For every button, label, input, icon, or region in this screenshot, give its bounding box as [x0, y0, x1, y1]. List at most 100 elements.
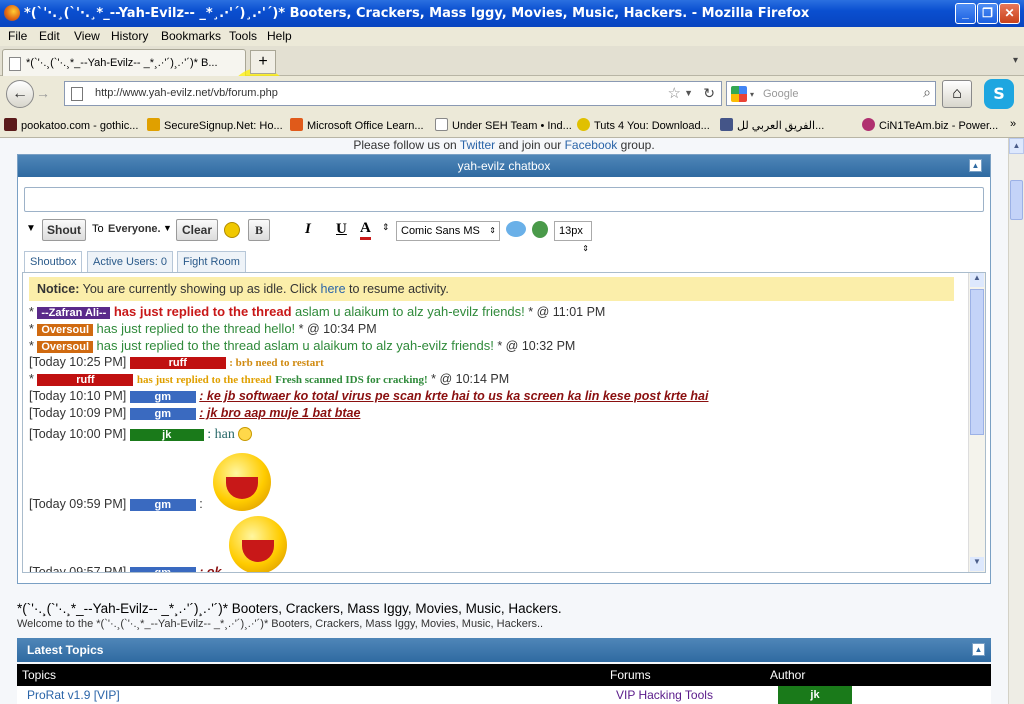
column-topics: Topics [22, 668, 57, 682]
tab-shoutbox[interactable]: Shoutbox [24, 251, 83, 273]
user-icon[interactable] [532, 221, 548, 238]
chat-message: * Oversoul has just replied to the threa… [29, 321, 377, 336]
username-badge[interactable]: Oversoul [37, 340, 94, 353]
back-button[interactable]: ← [6, 80, 34, 108]
speech-bubble-icon[interactable] [506, 221, 526, 237]
thread-link[interactable]: aslam u alaikum to alz yah-evilz friends… [264, 338, 494, 353]
username-badge[interactable]: gm [129, 407, 196, 420]
menu-tools[interactable]: Tools [229, 29, 257, 43]
bookmark-item[interactable]: Under SEH Team • Ind... [435, 118, 572, 132]
author-badge[interactable]: jk [778, 686, 852, 704]
clear-button[interactable]: Clear [176, 219, 218, 241]
thread-link[interactable]: aslam u alaikum to alz yah-evilz friends… [295, 304, 525, 319]
bookmark-item[interactable]: SecureSignup.Net: Ho... [147, 118, 283, 132]
menu-edit[interactable]: Edit [39, 29, 60, 43]
underline-button[interactable]: U [336, 221, 347, 238]
username-badge[interactable]: --Zafran Ali-- [37, 306, 111, 319]
bookmark-item[interactable]: Tuts 4 You: Download... [577, 118, 710, 132]
thread-link[interactable]: hello! [264, 321, 295, 336]
scroll-up-icon[interactable]: ▲ [1009, 138, 1024, 154]
menu-dropdown-icon[interactable]: ▼ [26, 223, 36, 234]
search-bar[interactable]: ▾ Google ⌕ [726, 81, 936, 106]
color-dropdown-icon[interactable]: ⇕ [382, 222, 390, 233]
maximize-button[interactable]: ❐ [977, 3, 998, 24]
scroll-thumb[interactable] [970, 289, 984, 435]
smiley-icon[interactable] [224, 222, 240, 238]
size-select[interactable]: 13px ⇕ [554, 221, 592, 253]
scroll-up-icon[interactable]: ▲ [970, 273, 984, 287]
page-scrollbar[interactable]: ▲ [1008, 138, 1024, 704]
tab-forum[interactable]: *(`'·.¸(`'·.¸*_--Yah-Evilz-- _*¸.·'´)¸.·… [2, 49, 246, 76]
close-button[interactable]: ✕ [999, 3, 1020, 24]
tab-active-users[interactable]: Active Users: 0 [87, 251, 173, 273]
thread-link[interactable]: Fresh scanned IDS for cracking! [275, 374, 427, 386]
forward-button[interactable]: → [36, 85, 50, 101]
search-engine-dropdown-icon[interactable]: ▾ [750, 90, 754, 99]
forum-link[interactable]: VIP Hacking Tools [616, 686, 713, 704]
column-author: Author [770, 668, 806, 682]
chatbox: yah-evilz chatbox ▲ ▼ Shout To Everyone.… [17, 154, 991, 584]
topics-table-header: Topics Forums Author [17, 664, 991, 686]
bold-button[interactable]: B [248, 219, 270, 241]
recipient-dropdown-icon[interactable]: ▼ [163, 223, 172, 233]
twitter-link[interactable]: Twitter [460, 138, 495, 152]
username-badge[interactable]: jk [129, 428, 204, 441]
welcome-text: Welcome to the *(`'·.¸(`'·.¸*_--Yah-Evil… [17, 618, 544, 630]
tab-list-icon[interactable]: ▾ [1013, 55, 1018, 66]
column-forums: Forums [610, 668, 651, 682]
bookmark-star-icon[interactable]: ☆ [668, 84, 681, 102]
font-select[interactable]: Comic Sans MS ⇕ [396, 221, 500, 241]
username-badge[interactable]: ruff [129, 356, 226, 369]
bookmarks-overflow-icon[interactable]: » [1010, 118, 1016, 130]
shield-icon [720, 118, 733, 131]
topic-link[interactable]: ProRat v1.9 [VIP] [27, 686, 120, 704]
google-icon[interactable] [731, 86, 747, 102]
reload-icon[interactable]: ↻ [703, 85, 715, 102]
username-badge[interactable]: gm [129, 566, 196, 572]
scroll-down-icon[interactable]: ▼ [970, 557, 984, 571]
color-button[interactable]: A [360, 220, 371, 240]
username-badge[interactable]: gm [129, 498, 196, 511]
menu-view[interactable]: View [74, 29, 100, 43]
collapse-icon[interactable]: ▲ [969, 159, 982, 172]
chat-scrollbar[interactable]: ▲ ▼ [968, 273, 985, 572]
follow-text: and join our [498, 138, 562, 152]
bookmark-item[interactable]: Microsoft Office Learn... [290, 118, 424, 132]
scroll-thumb[interactable] [1010, 180, 1023, 220]
idle-notice: Notice: You are currently showing up as … [29, 277, 954, 301]
menu-file[interactable]: File [8, 29, 27, 43]
menu-history[interactable]: History [111, 29, 148, 43]
laughing-smiley-icon [229, 516, 287, 572]
url-text[interactable]: http://www.yah-evilz.net/vb/forum.php [95, 87, 278, 99]
shout-input[interactable] [24, 187, 984, 212]
smiley-icon [238, 427, 253, 441]
font-select-value: Comic Sans MS [401, 225, 480, 237]
bookmark-item[interactable]: CiN1TeAm.biz - Power... [862, 118, 998, 132]
menu-bookmarks[interactable]: Bookmarks [161, 29, 221, 43]
collapse-icon[interactable]: ▲ [972, 643, 985, 656]
username-badge[interactable]: gm [129, 390, 196, 403]
menu-help[interactable]: Help [267, 29, 292, 43]
recipient-select[interactable]: Everyone. [108, 223, 161, 235]
bookmark-item[interactable]: الفريق العربي لل... [720, 118, 824, 132]
username-badge[interactable]: ruff [37, 373, 134, 386]
italic-button[interactable]: I [305, 221, 311, 238]
facebook-link[interactable]: Facebook [565, 138, 618, 152]
username-badge[interactable]: Oversoul [37, 323, 94, 336]
smiley-icon [577, 118, 590, 131]
search-icon[interactable]: ⌕ [923, 84, 931, 101]
site-title: *(`'·.¸(`'·.¸*_--Yah-Evilz-- _*¸.·'´)¸.·… [17, 601, 562, 616]
address-bar[interactable]: http://www.yah-evilz.net/vb/forum.php ☆ … [64, 81, 722, 106]
chat-toolbar: ▼ Shout To Everyone. ▼ Clear B I U A ⇕ C… [24, 219, 984, 253]
skype-icon[interactable]: S [984, 79, 1014, 109]
home-button[interactable]: ⌂ [942, 80, 972, 108]
tab-fight-room[interactable]: Fight Room [177, 251, 246, 273]
window-titlebar: *(`'·.¸(`'·.¸*_--Yah-Evilz-- _*¸.·'´)¸.·… [0, 0, 1024, 27]
new-tab-button[interactable]: + [250, 50, 276, 74]
resume-link[interactable]: here [321, 282, 346, 296]
minimize-button[interactable]: _ [955, 3, 976, 24]
history-dropdown-icon[interactable]: ▼ [684, 88, 693, 98]
shout-button[interactable]: Shout [42, 219, 86, 241]
bookmark-item[interactable]: pookatoo.com - gothic... [4, 118, 138, 132]
chat-message: [Today 09:59 PM] gm : [29, 497, 203, 511]
